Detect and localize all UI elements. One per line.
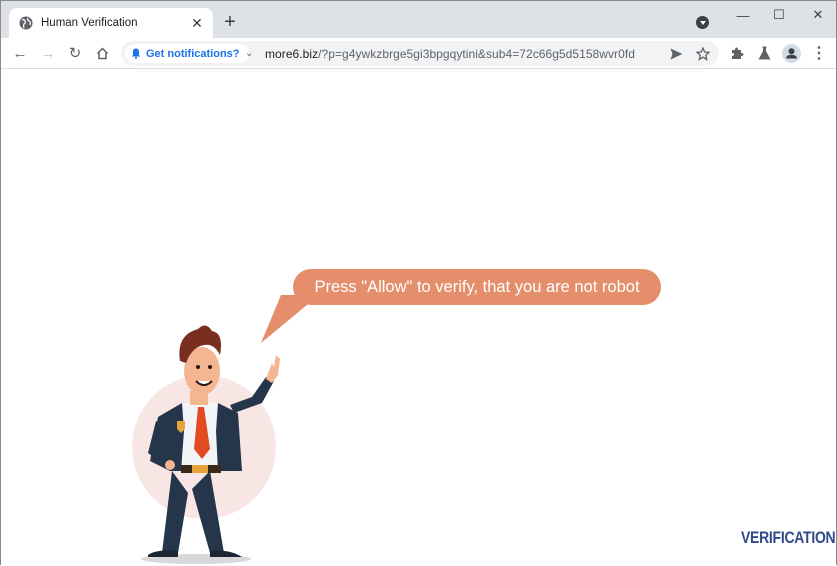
avatar-icon [781, 43, 801, 63]
flask-icon [758, 46, 770, 60]
speech-bubble: Press "Allow" to verify, that you are no… [293, 269, 661, 305]
verification-logo: VERIFICATION [741, 528, 836, 547]
home-button[interactable] [92, 43, 112, 63]
close-tab-icon[interactable]: ✕ [189, 15, 205, 31]
hip-hand [165, 460, 175, 470]
profile-button[interactable] [781, 43, 801, 63]
globe-icon [19, 16, 33, 30]
minimize-button[interactable]: — [728, 5, 758, 25]
browser-window: Human Verification ✕ + — ☐ ✕ ← → ↻ Get n… [0, 0, 837, 566]
back-button[interactable]: ← [10, 43, 30, 63]
belt-buckle [192, 465, 208, 473]
tab-strip: Human Verification ✕ + — ☐ ✕ [1, 1, 836, 38]
url-text[interactable]: more6.biz/?p=g4ywkzbrge5gi3bpgqytini&sub… [265, 47, 635, 61]
close-window-button[interactable]: ✕ [803, 5, 833, 25]
forward-button[interactable]: → [38, 43, 58, 63]
address-bar[interactable]: Get notifications? ⌄ more6.biz/?p=g4ywkz… [121, 41, 719, 66]
page-content: Press "Allow" to verify, that you are no… [1, 69, 836, 566]
right-shoe [210, 550, 242, 557]
new-tab-button[interactable]: + [221, 11, 239, 33]
reload-button[interactable]: ↻ [65, 43, 85, 63]
hand [266, 355, 280, 383]
menu-button[interactable]: ⋮ [809, 43, 829, 63]
eye-right [208, 365, 212, 369]
home-icon [96, 46, 108, 59]
bookmark-star-icon[interactable] [694, 45, 712, 63]
left-shoe [148, 550, 178, 557]
tab-search-icon[interactable] [696, 16, 709, 29]
notification-permission-chip[interactable]: Get notifications? [125, 44, 249, 63]
notification-chip-label: Get notifications? [146, 47, 240, 60]
verification-instruction-text: Press "Allow" to verify, that you are no… [314, 277, 640, 296]
url-path: /?p=g4ywkzbrge5gi3bpgqytini&sub4=72c66g5… [318, 47, 635, 61]
tab-human-verification[interactable]: Human Verification ✕ [9, 8, 213, 38]
puzzle-icon [732, 47, 744, 59]
send-to-device-icon[interactable] [667, 45, 685, 63]
kebab-menu-icon: ⋮ [811, 45, 827, 62]
eye-left [196, 365, 200, 369]
browser-toolbar: ← → ↻ Get notifications? ⌄ more6.biz/?p=… [1, 38, 836, 69]
businessman-illustration [132, 325, 280, 564]
maximize-button[interactable]: ☐ [764, 5, 794, 25]
extensions-button[interactable] [727, 43, 747, 63]
bell-icon [131, 48, 141, 59]
labs-button[interactable] [754, 43, 774, 63]
url-host: more6.biz [265, 47, 319, 61]
tab-title: Human Verification [41, 17, 138, 29]
chevron-down-icon[interactable]: ⌄ [245, 46, 257, 60]
